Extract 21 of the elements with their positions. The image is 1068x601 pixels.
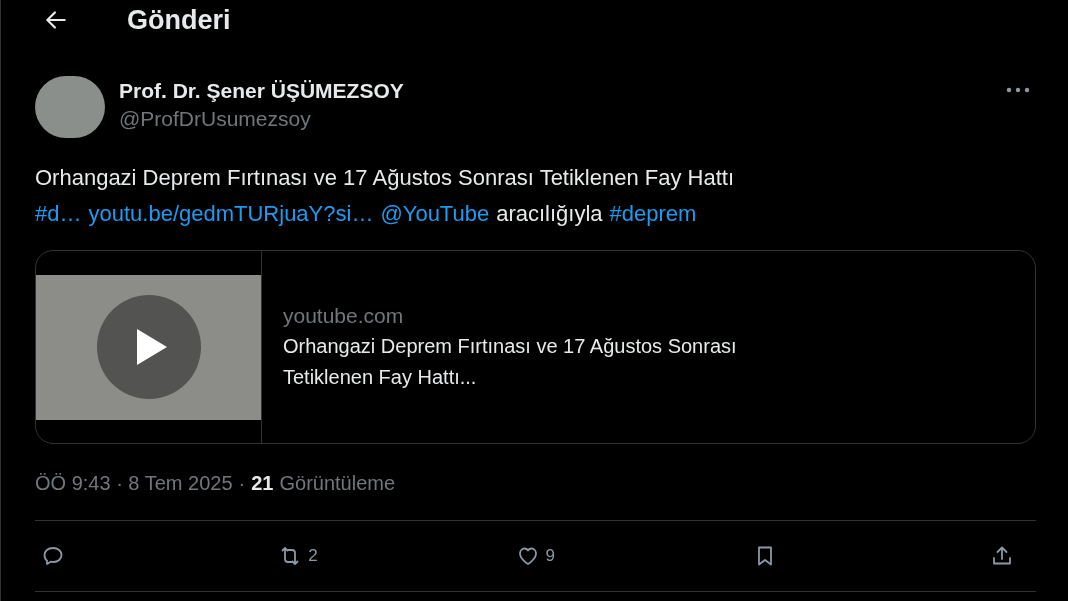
author-handle[interactable]: @ProfDrUsumezsoy — [119, 104, 990, 134]
tweet-text: aracılığıyla — [496, 200, 603, 228]
link-title: Orhangazi Deprem Fırtınası ve 17 Ağustos Sonrası — [283, 334, 737, 359]
views-label: Görüntüleme — [279, 471, 396, 496]
tweet-text: Orhangazi Deprem Fırtınası ve 17 Ağustos Sonrası Tetiklenen Fay Hattı — [35, 164, 735, 192]
tweet-link[interactable]: youtu.be/gedmTURjuaY?si… — [88, 196, 374, 232]
tweet-link[interactable]: #deprem — [609, 196, 697, 232]
views-count: 21 — [251, 471, 274, 496]
page-title: Gönderi — [127, 3, 231, 37]
link-domain: youtube.com — [283, 303, 405, 329]
repost-button[interactable]: 2 — [278, 543, 319, 569]
tweet-link[interactable]: #d… — [35, 196, 82, 232]
author-name[interactable]: Prof. Dr. Şener ÜŞÜMEZSOY — [119, 78, 990, 104]
like-button[interactable]: 9 — [515, 543, 556, 569]
tweet-link[interactable]: @YouTube — [380, 196, 490, 232]
separator-dot: · — [238, 471, 246, 496]
play-icon — [96, 295, 201, 399]
link-preview-card[interactable]: youtube.com Orhangazi Deprem Fırtınası ve 17 Ağustos Sonrası Tetiklenen Fay Hattı... — [35, 250, 1036, 444]
post-timestamp[interactable]: ÖÖ 9:43 · 8 Tem 2025 — [35, 468, 233, 498]
link-title: Tetiklenen Fay Hattı... — [283, 365, 478, 390]
speech-bubble-icon — [41, 544, 65, 568]
